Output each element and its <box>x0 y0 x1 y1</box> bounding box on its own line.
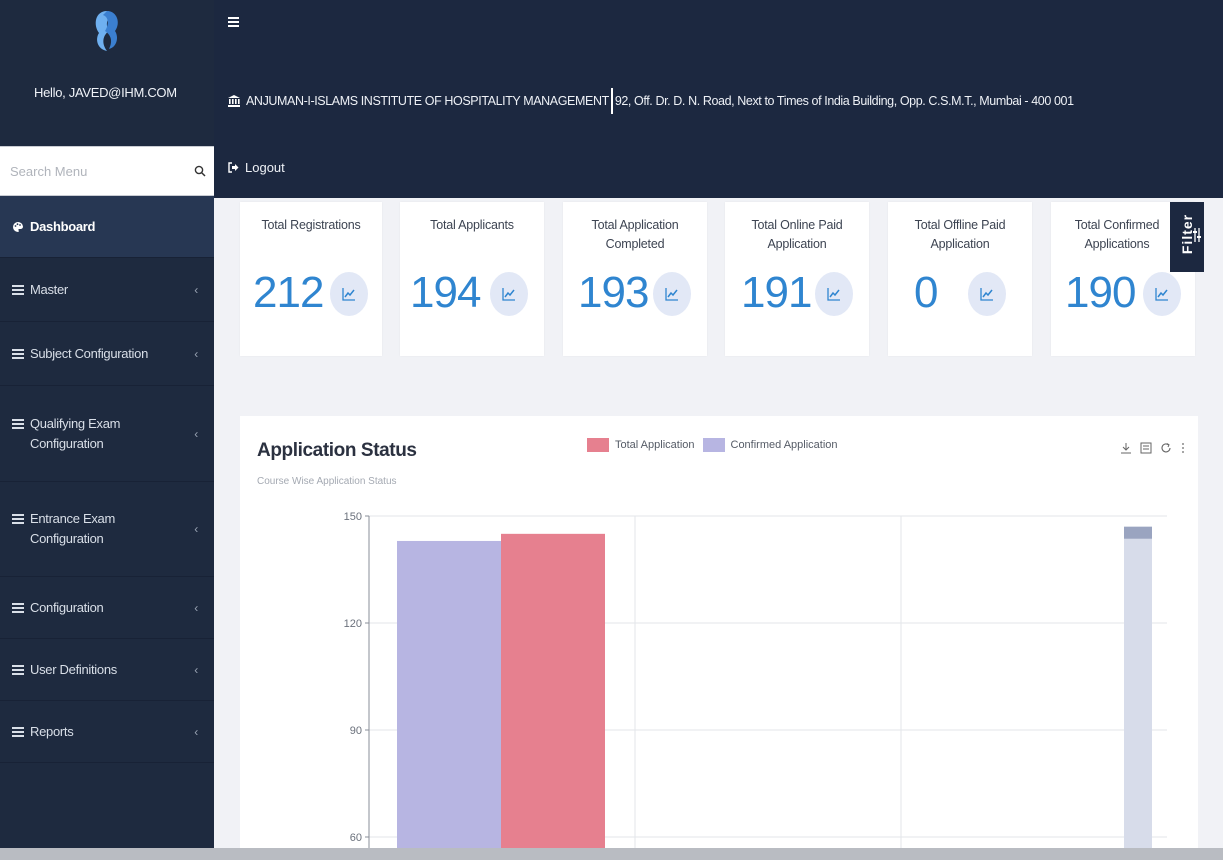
bar-confirmed-application[interactable] <box>1124 526 1152 860</box>
institution-icon <box>228 95 240 107</box>
stat-value: 194 <box>410 268 481 317</box>
chevron-left-icon: ‹ <box>194 724 198 739</box>
logout-link[interactable]: Logout <box>228 160 285 175</box>
trend-chart-icon[interactable] <box>968 272 1006 316</box>
chevron-left-icon: ‹ <box>194 522 198 536</box>
list-icon <box>12 664 26 675</box>
list-icon <box>12 602 26 613</box>
sidebar-item-label: Entrance Exam Configuration <box>30 511 115 546</box>
bar-highlight <box>1124 526 1152 539</box>
list-icon <box>12 284 26 295</box>
sidebar-item-user-definitions[interactable]: User Definitions ‹ <box>0 639 214 701</box>
sliders-icon <box>1193 228 1201 247</box>
sidebar-item-reports[interactable]: Reports ‹ <box>0 701 214 763</box>
sidebar-item-label: Qualifying Exam Configuration <box>30 415 121 451</box>
user-greeting: Hello, JAVED@IHM.COM <box>34 84 177 100</box>
bar-total-application[interactable] <box>501 533 605 860</box>
search-icon[interactable] <box>186 147 214 195</box>
stat-card-total-online-paid: Total Online Paid Application 191 <box>725 202 869 356</box>
palette-icon <box>12 221 26 233</box>
sidebar-item-label: Master <box>30 281 68 297</box>
sidebar-item-label: Reports <box>30 723 74 739</box>
sidebar-item-subject-configuration[interactable]: Subject Configuration ‹ <box>0 322 214 386</box>
data-view-icon[interactable] <box>1140 442 1152 454</box>
trend-chart-icon[interactable] <box>490 272 528 316</box>
chart-toolbox <box>1120 442 1186 454</box>
institute-address: 92, Off. Dr. D. N. Road, Next to Times o… <box>614 94 1074 108</box>
chart-legend: Total Application Confirmed Application <box>587 438 846 452</box>
refresh-icon[interactable] <box>1160 442 1172 454</box>
legend-confirmed-application[interactable]: Confirmed Application <box>702 438 838 452</box>
institute-name: ANJUMAN-I-ISLAMS INSTITUTE OF HOSPITALIT… <box>246 94 609 108</box>
chevron-left-icon: ‹ <box>194 662 198 677</box>
legend-swatch <box>587 438 609 452</box>
bar-confirmed-application[interactable] <box>397 540 501 860</box>
stat-title: Total Application Completed <box>591 218 679 251</box>
trend-chart-icon[interactable] <box>653 272 691 316</box>
stat-value: 193 <box>578 268 649 317</box>
logout-icon <box>228 162 239 173</box>
sidebar-item-label: Configuration <box>30 599 104 615</box>
stat-value: 190 <box>1065 268 1136 317</box>
logo <box>0 0 214 62</box>
chart-title: Application Status <box>257 440 417 461</box>
legend-total-application[interactable]: Total Application <box>587 438 695 452</box>
sidebar-item-label: Subject Configuration <box>30 345 149 361</box>
top-header: ANJUMAN-I-ISLAMS INSTITUTE OF HOSPITALIT… <box>214 0 1223 198</box>
stat-card-total-applicants: Total Applicants 194 <box>400 202 544 356</box>
list-icon <box>12 514 26 524</box>
sidebar: Hello, JAVED@IHM.COM Dashboard Master ‹ <box>0 0 214 860</box>
sidebar-item-entrance-exam-configuration[interactable]: Entrance Exam Configuration ‹ <box>0 482 214 577</box>
legend-swatch <box>702 438 725 452</box>
filter-tab[interactable]: Filter <box>1170 202 1204 272</box>
chart-subtitle: Course Wise Application Status <box>257 476 397 487</box>
window-bottom-edge <box>0 848 1223 860</box>
application-status-panel: 60 90 120 150 Application Status Course Wis… <box>240 416 1198 860</box>
logout-label: Logout <box>245 160 285 175</box>
y-tick-label: 90 <box>350 725 362 737</box>
sidebar-item-label: User Definitions <box>30 661 117 677</box>
stat-title: Total Registrations <box>261 218 361 232</box>
sidebar-nav: Dashboard Master ‹ Subject Configuration… <box>0 196 214 763</box>
header-divider <box>610 88 613 114</box>
stat-card-total-offline-paid: Total Offline Paid Application 0 <box>888 202 1032 356</box>
stat-title-text: Total Confirmed Applications <box>1074 218 1160 251</box>
y-tick-label: 120 <box>344 618 362 630</box>
trend-chart-icon[interactable] <box>330 272 368 316</box>
hamburger-menu-icon[interactable] <box>228 14 239 32</box>
stat-title: Total Online Paid Application <box>751 218 843 251</box>
sidebar-item-label: Dashboard <box>30 218 96 234</box>
stat-title: Total Applicants <box>430 218 514 232</box>
chevron-left-icon: ‹ <box>194 600 198 615</box>
stat-card-total-application-completed: Total Application Completed 193 <box>563 202 707 356</box>
app-window: Hello, JAVED@IHM.COM Dashboard Master ‹ <box>0 0 1223 860</box>
stat-card-total-registrations: Total Registrations 212 <box>240 202 382 356</box>
sidebar-item-configuration[interactable]: Configuration ‹ <box>0 577 214 639</box>
stat-value: 0 <box>914 268 939 317</box>
list-icon <box>12 726 26 737</box>
list-icon <box>12 348 26 359</box>
chevron-left-icon: ‹ <box>194 346 198 361</box>
trend-chart-icon[interactable] <box>815 272 853 316</box>
stat-value: 212 <box>253 268 324 317</box>
stat-value: 191 <box>741 268 812 317</box>
y-tick-label: 150 <box>344 511 362 523</box>
trend-chart-icon[interactable] <box>1143 272 1181 316</box>
chevron-left-icon: ‹ <box>194 282 198 297</box>
app-logo-icon <box>95 11 118 51</box>
search-input[interactable] <box>0 147 186 195</box>
legend-label: Confirmed Application <box>730 439 838 451</box>
y-tick-label: 60 <box>350 832 362 844</box>
download-icon[interactable] <box>1120 442 1132 454</box>
more-options-icon[interactable] <box>1180 442 1186 454</box>
menu-search <box>0 146 214 196</box>
legend-label: Total Application <box>615 439 695 451</box>
chevron-left-icon: ‹ <box>194 426 198 441</box>
sidebar-item-master[interactable]: Master ‹ <box>0 258 214 322</box>
sidebar-item-dashboard[interactable]: Dashboard <box>0 196 214 258</box>
sidebar-item-qualifying-exam-configuration[interactable]: Qualifying Exam Configuration ‹ <box>0 386 214 482</box>
stat-title: Total Offline Paid Application <box>914 218 1006 251</box>
institute-info: ANJUMAN-I-ISLAMS INSTITUTE OF HOSPITALIT… <box>228 88 1074 114</box>
list-icon <box>12 419 26 429</box>
